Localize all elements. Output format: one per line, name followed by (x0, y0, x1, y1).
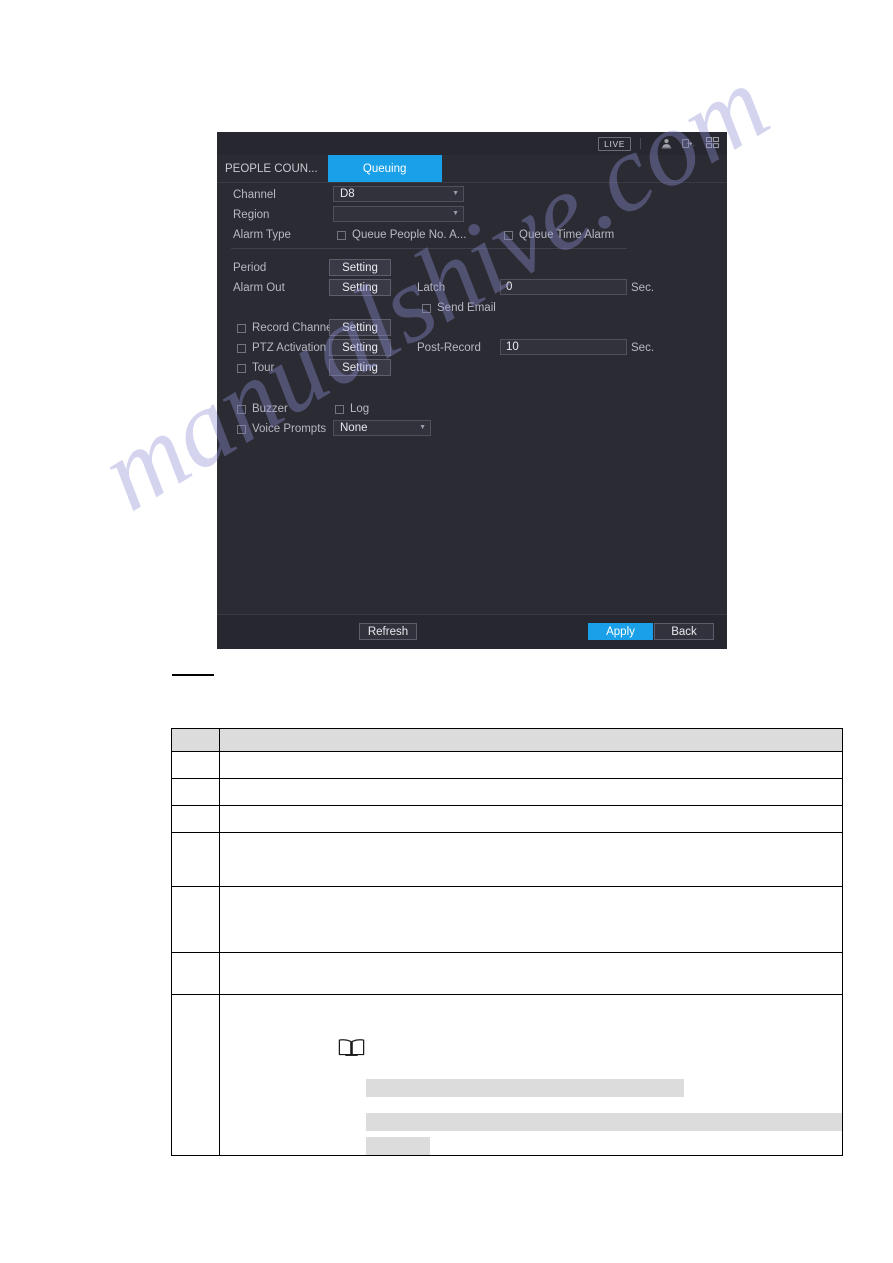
checkbox-box (237, 404, 246, 414)
dialog-titlebar: LIVE (217, 132, 727, 155)
table-cell-parameter (171, 751, 220, 779)
checkbox-label: Queue People No. A... (352, 229, 467, 241)
checkbox-buzzer[interactable]: Buzzer (237, 403, 288, 415)
chevron-down-icon: ▼ (452, 209, 459, 217)
voice-prompts-select[interactable]: None ▼ (333, 420, 431, 436)
tab-queuing[interactable]: Queuing (327, 155, 442, 182)
table-cell-parameter (171, 805, 220, 833)
table-cell-description (219, 952, 843, 995)
table-row (171, 805, 843, 833)
user-icon[interactable] (659, 137, 673, 151)
dialog-body: Channel D8 ▼ Region ▼ Alarm Type Queue P… (217, 183, 727, 633)
table-row (171, 778, 843, 806)
table-cell-parameter (171, 778, 220, 806)
latch-input[interactable]: 0 (500, 279, 627, 295)
titlebar-divider (640, 138, 641, 149)
chevron-down-icon: ▼ (452, 189, 459, 197)
section-divider (231, 248, 627, 249)
table-header-row (171, 728, 843, 752)
nvr-dialog: LIVE PEOPLE COUN... Queuing Channel D8 ▼… (217, 132, 727, 649)
record-channel-setting-button[interactable]: Setting (329, 319, 391, 336)
region-select[interactable]: ▼ (333, 206, 464, 222)
table-cell-description (219, 832, 843, 887)
checkbox-label: Record Channel (252, 322, 336, 334)
table-cell-parameter (171, 832, 220, 887)
ptz-activation-setting-button[interactable]: Setting (329, 339, 391, 356)
checkbox-label: Queue Time Alarm (519, 229, 615, 241)
dialog-tabbar: PEOPLE COUN... Queuing (217, 155, 727, 183)
checkbox-label: Voice Prompts (252, 423, 327, 435)
table-cell-description-note (219, 994, 843, 1156)
table-cell-description (219, 778, 843, 806)
checkbox-box (237, 363, 246, 373)
redacted-text-bar (366, 1137, 430, 1155)
post-record-unit: Sec. (631, 342, 655, 354)
apply-button[interactable]: Apply (588, 623, 653, 640)
refresh-button[interactable]: Refresh (359, 623, 417, 640)
checkbox-ptz-activation[interactable]: PTZ Activation (237, 342, 326, 354)
latch-unit: Sec. (631, 282, 655, 294)
table-row (171, 751, 843, 779)
checkbox-voice-prompts[interactable]: Voice Prompts (237, 423, 326, 435)
table-cell-parameter (171, 952, 220, 995)
voice-prompts-value: None (340, 422, 368, 434)
period-label: Period (233, 262, 267, 274)
checkbox-log[interactable]: Log (335, 403, 369, 415)
alarm-out-setting-button[interactable]: Setting (329, 279, 391, 296)
period-setting-button[interactable]: Setting (329, 259, 391, 276)
redacted-text-bar (366, 1113, 842, 1131)
table-cell-parameter (171, 994, 220, 1156)
table-row (171, 886, 843, 953)
redacted-text-bar (366, 1079, 684, 1097)
table-cell-description (219, 886, 843, 953)
checkbox-label: Send Email (437, 302, 496, 314)
checkbox-tour[interactable]: Tour (237, 362, 274, 374)
tab-people-counting[interactable]: PEOPLE COUN... (217, 155, 328, 182)
table-row (171, 994, 843, 1156)
checkbox-box (335, 404, 344, 414)
checkbox-queue-time-alarm[interactable]: Queue Time Alarm (504, 229, 614, 241)
channel-select-value: D8 (340, 188, 355, 200)
table-cell-description (219, 805, 843, 833)
checkbox-box (504, 230, 513, 240)
dialog-footer: Refresh Apply Back (217, 614, 727, 649)
post-record-input[interactable]: 10 (500, 339, 627, 355)
checkbox-record-channel[interactable]: Record Channel (237, 322, 335, 334)
checkbox-box (337, 230, 346, 240)
checkbox-box (237, 424, 246, 434)
table-header-cell-description (219, 728, 843, 752)
tour-setting-button[interactable]: Setting (329, 359, 391, 376)
table-row (171, 952, 843, 995)
live-badge[interactable]: LIVE (598, 136, 631, 151)
latch-label: Latch (417, 282, 446, 294)
table-cell-parameter (171, 886, 220, 953)
channel-select[interactable]: D8 ▼ (333, 186, 464, 202)
alarm-out-label: Alarm Out (233, 282, 285, 294)
logout-icon[interactable] (682, 137, 696, 151)
figure-caption-rule (172, 674, 214, 676)
checkbox-label: PTZ Activation (252, 342, 327, 354)
checkbox-box (237, 343, 246, 353)
description-table (171, 728, 843, 1156)
chevron-down-icon: ▼ (419, 423, 426, 431)
checkbox-label: Tour (252, 362, 275, 374)
table-header-cell-parameter (171, 728, 220, 752)
table-cell-description (219, 751, 843, 779)
apps-grid-icon[interactable] (705, 137, 719, 151)
channel-label: Channel (233, 189, 276, 201)
book-note-icon (338, 1037, 842, 1063)
checkbox-box (422, 303, 431, 313)
checkbox-queue-people-no-alarm[interactable]: Queue People No. A... (337, 229, 466, 241)
table-row (171, 832, 843, 887)
checkbox-box (237, 323, 246, 333)
checkbox-label: Buzzer (252, 403, 288, 415)
back-button[interactable]: Back (654, 623, 714, 640)
post-record-label: Post-Record (417, 342, 481, 354)
checkbox-send-email[interactable]: Send Email (422, 302, 496, 314)
checkbox-label: Log (350, 403, 370, 415)
region-label: Region (233, 209, 270, 221)
alarm-type-label: Alarm Type (233, 229, 291, 241)
